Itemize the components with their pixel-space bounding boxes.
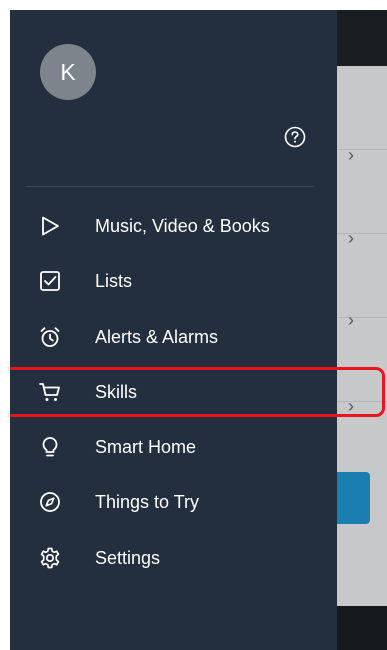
menu-item-label: Alerts & Alarms bbox=[95, 327, 219, 347]
chevron-right-icon: › bbox=[348, 396, 354, 416]
chevron-right-icon: › bbox=[348, 145, 354, 165]
lightbulb-icon bbox=[38, 435, 62, 459]
alarm-icon bbox=[38, 325, 62, 349]
menu-item-music-video-books[interactable]: Music, Video & Books bbox=[10, 201, 337, 251]
menu-item-skills[interactable]: Skills bbox=[10, 367, 337, 417]
menu-item-settings[interactable]: Settings bbox=[10, 533, 337, 583]
menu-item-label: Settings bbox=[95, 548, 161, 568]
compass-icon bbox=[38, 490, 62, 514]
menu-item-label: Smart Home bbox=[95, 437, 197, 457]
menu-item-label: Skills bbox=[95, 382, 138, 402]
chevron-right-icon: › bbox=[348, 228, 354, 248]
menu-item-label: Things to Try bbox=[95, 492, 200, 512]
menu-item-lists[interactable]: Lists bbox=[10, 256, 337, 306]
gear-icon bbox=[38, 546, 62, 570]
menu-item-smart-home[interactable]: Smart Home bbox=[10, 422, 337, 472]
cart-icon bbox=[38, 380, 62, 404]
chevron-right-icon: › bbox=[348, 310, 354, 330]
app-frame: › › › › K Music, Video & Books Lists Ale… bbox=[10, 10, 387, 650]
menu-item-alerts-alarms[interactable]: Alerts & Alarms bbox=[10, 312, 337, 362]
menu-item-things-to-try[interactable]: Things to Try bbox=[10, 477, 337, 527]
checkbox-icon bbox=[38, 269, 62, 293]
navigation-drawer: K Music, Video & Books Lists Alerts & Al… bbox=[10, 10, 337, 650]
play-icon bbox=[38, 214, 62, 238]
help-icon[interactable] bbox=[284, 126, 306, 148]
profile-avatar[interactable]: K bbox=[40, 44, 96, 100]
divider bbox=[26, 186, 314, 187]
menu-item-label: Lists bbox=[95, 271, 133, 291]
menu-item-label: Music, Video & Books bbox=[95, 216, 270, 236]
